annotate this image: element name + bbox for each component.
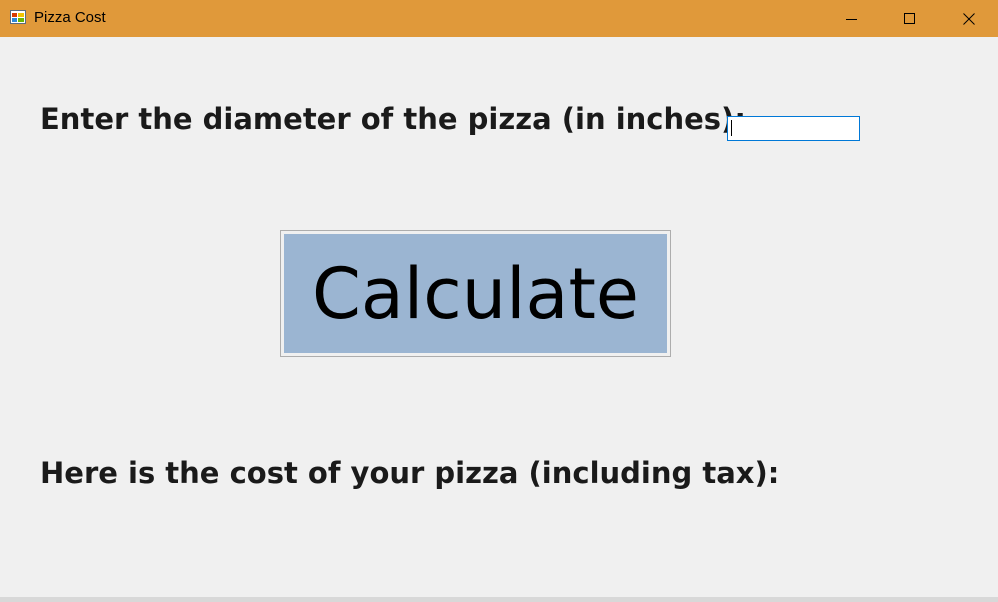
minimize-button[interactable]: [823, 0, 881, 37]
app-icon: [10, 9, 26, 25]
diameter-prompt-label: Enter the diameter of the pizza (in inch…: [40, 102, 746, 136]
maximize-button[interactable]: [881, 0, 939, 37]
title-bar[interactable]: Pizza Cost: [0, 0, 998, 37]
calculate-button-label: Calculate: [284, 234, 667, 353]
pizza-cost-window: Pizza Cost Enter the diameter of the piz…: [0, 0, 998, 602]
calculate-button[interactable]: Calculate: [280, 230, 671, 357]
maximize-icon: [904, 12, 916, 25]
text-caret: [731, 120, 732, 136]
cost-result-label: Here is the cost of your pizza (includin…: [40, 456, 780, 490]
minimize-icon: [846, 13, 858, 25]
form-client-area: Enter the diameter of the pizza (in inch…: [0, 37, 998, 600]
close-button[interactable]: [940, 0, 998, 37]
window-title: Pizza Cost: [34, 9, 106, 26]
diameter-input[interactable]: [727, 116, 860, 141]
taskbar-edge: [0, 597, 998, 602]
close-icon: [963, 12, 975, 25]
